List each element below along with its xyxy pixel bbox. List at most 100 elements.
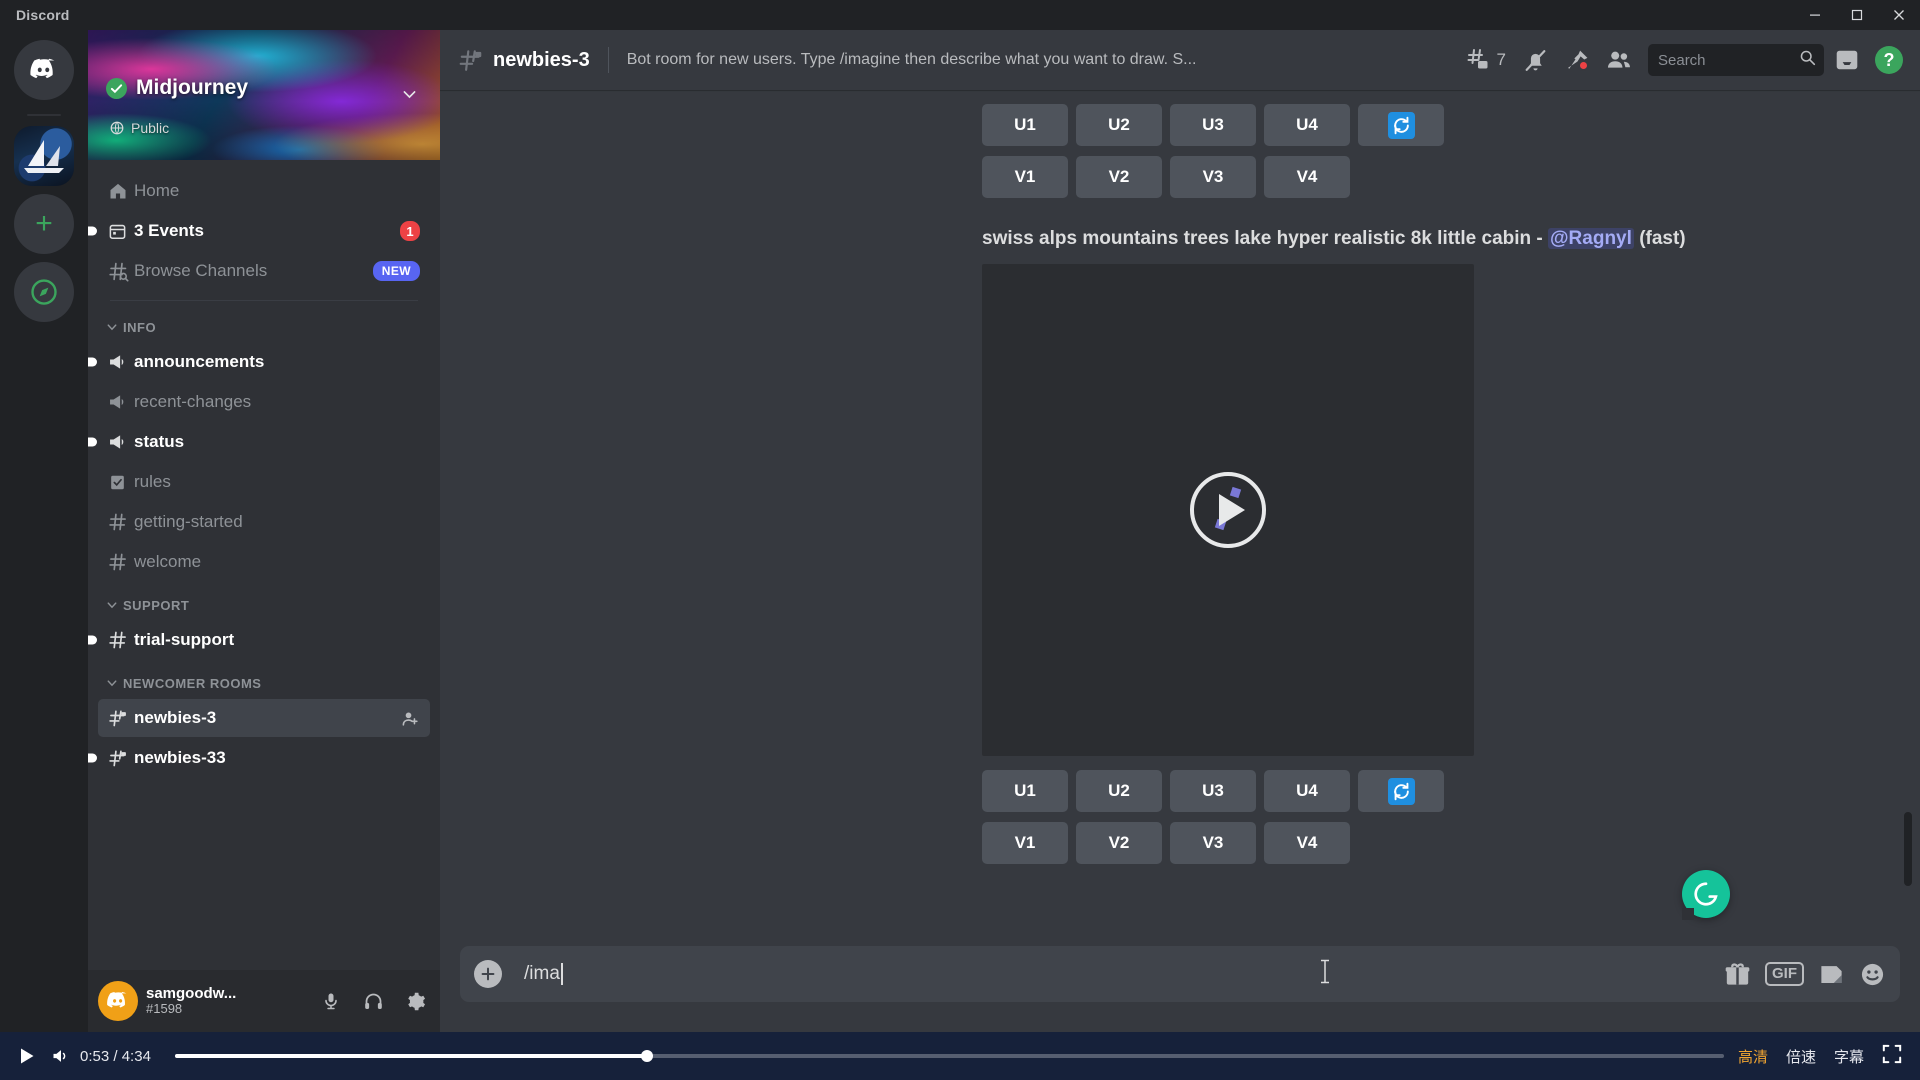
reroll-button-bottom[interactable] [1358,770,1444,812]
member-list-button[interactable] [1600,41,1638,79]
unread-indicator [88,753,97,763]
upscale-u4-button[interactable]: U4 [1264,104,1350,146]
upscale-u3-button[interactable]: U3 [1170,104,1256,146]
upscale-u1-button[interactable]: U1 [982,770,1068,812]
reroll-button-top[interactable] [1358,104,1444,146]
message-input[interactable]: /ima GIF [460,946,1900,1002]
sidebar-item-home[interactable]: Home [98,172,430,210]
variation-v1-button[interactable]: V1 [982,822,1068,864]
minimize-button[interactable] [1794,0,1836,30]
unread-indicator [88,437,97,447]
sticker-icon[interactable] [1818,961,1845,988]
sidebar-item-rules[interactable]: rules [98,463,430,501]
sidebar-item-events[interactable]: 3 Events 1 [88,212,430,250]
vertical-scrollbar[interactable] [1904,110,1916,926]
help-button[interactable]: ? [1870,41,1908,79]
search-icon [1799,49,1816,71]
fullscreen-icon[interactable] [1882,1044,1902,1068]
sidebar-item-trial-support[interactable]: trial-support [88,621,430,659]
verified-check-icon [106,77,127,99]
category-support[interactable]: SUPPORT [98,591,430,619]
add-member-icon[interactable] [401,709,420,728]
composer-value: /ima [524,963,560,984]
message-attachment-video[interactable] [982,264,1474,756]
media-play-button[interactable] [10,1046,44,1066]
sidebar-divider [110,300,418,301]
server-menu-chevron-down-icon[interactable] [401,86,418,108]
server-midjourney[interactable] [14,126,74,186]
sidebar-item-label: Browse Channels [134,261,268,280]
variation-v4-button[interactable]: V4 [1264,822,1350,864]
channel-label: trial-support [134,630,235,649]
media-progress-slider[interactable] [174,1050,1724,1062]
channel-label: welcome [134,552,202,571]
variation-v2-button[interactable]: V2 [1076,156,1162,198]
media-volume-button[interactable] [44,1046,78,1066]
media-current-time: 0:53 [80,1047,110,1065]
user-settings-button[interactable] [398,984,432,1018]
deafen-button[interactable] [356,984,390,1018]
close-button[interactable] [1878,0,1920,30]
threads-button[interactable] [1459,41,1497,79]
variation-v3-button[interactable]: V3 [1170,156,1256,198]
window-titlebar: Discord [0,0,1920,30]
midjourney-variation-row-top: V1 V2 V3 V4 [982,156,1920,198]
play-button-icon[interactable] [1190,472,1266,548]
variation-v1-button[interactable]: V1 [982,156,1068,198]
pinned-messages-button[interactable] [1558,41,1596,79]
gif-button[interactable]: GIF [1765,962,1804,986]
server-banner[interactable]: Midjourney Public [88,30,440,160]
avatar[interactable] [98,981,138,1021]
username: samgoodw... [146,984,237,1002]
gift-icon[interactable] [1724,961,1751,988]
sidebar-item-welcome[interactable]: welcome [98,543,430,581]
category-newcomer-rooms[interactable]: NEWCOMER ROOMS [98,669,430,697]
media-duration: 4:34 [121,1047,151,1065]
midjourney-upscale-row-top: U1 U2 U3 U4 [982,104,1920,146]
upscale-u3-button[interactable]: U3 [1170,770,1256,812]
sidebar-item-home[interactable] [14,40,74,100]
notification-settings-button[interactable] [1516,41,1554,79]
emoji-icon[interactable] [1859,961,1886,988]
search-input[interactable]: Search [1648,44,1824,76]
sidebar-item-newbies-3[interactable]: newbies-3 [98,699,430,737]
media-speed-button[interactable]: 倍速 [1786,1046,1816,1067]
sidebar-item-newbies-33[interactable]: newbies-33 [88,739,430,777]
inbox-button[interactable] [1828,41,1866,79]
upscale-u2-button[interactable]: U2 [1076,770,1162,812]
page-title: newbies-3 [493,48,590,71]
variation-v4-button[interactable]: V4 [1264,156,1350,198]
channel-label: newbies-3 [134,708,217,727]
header-divider [607,47,609,73]
media-subtitle-button[interactable]: 字幕 [1834,1046,1864,1067]
upscale-u2-button[interactable]: U2 [1076,104,1162,146]
explore-servers-button[interactable] [14,262,74,322]
sidebar-item-announcements[interactable]: announcements [88,343,430,381]
category-info[interactable]: INFO [98,313,430,341]
sidebar-item-recent-changes[interactable]: recent-changes [98,383,430,421]
add-server-button[interactable]: + [14,194,74,254]
user-discriminator: #1598 [146,1001,183,1017]
media-quality-button[interactable]: 高清 [1738,1046,1768,1067]
sidebar-item-browse-channels[interactable]: Browse Channels NEW [98,252,430,290]
user-identity[interactable]: samgoodw... #1598 [146,985,236,1017]
upscale-u1-button[interactable]: U1 [982,104,1068,146]
sidebar-item-getting-started[interactable]: getting-started [98,503,430,541]
mute-microphone-button[interactable] [314,984,348,1018]
media-progress-knob[interactable] [641,1050,654,1062]
maximize-button[interactable] [1836,0,1878,30]
upscale-u4-button[interactable]: U4 [1264,770,1350,812]
variation-v2-button[interactable]: V2 [1076,822,1162,864]
bell-muted-icon [1525,49,1545,71]
hash-lock-icon [108,748,134,768]
scrollbar-thumb[interactable] [1904,812,1912,886]
grammarly-icon[interactable] [1682,870,1730,920]
media-time-separator: / [113,1047,118,1065]
discord-home-icon [30,58,55,79]
variation-v3-button[interactable]: V3 [1170,822,1256,864]
sidebar-item-status[interactable]: status [88,423,430,461]
prompt-mention[interactable]: @Ragnyl [1548,228,1634,249]
channel-topic[interactable]: Bot room for new users. Type /imagine th… [627,51,1197,69]
discord-avatar-icon [107,992,127,1008]
plus-circle-icon[interactable] [474,960,502,988]
